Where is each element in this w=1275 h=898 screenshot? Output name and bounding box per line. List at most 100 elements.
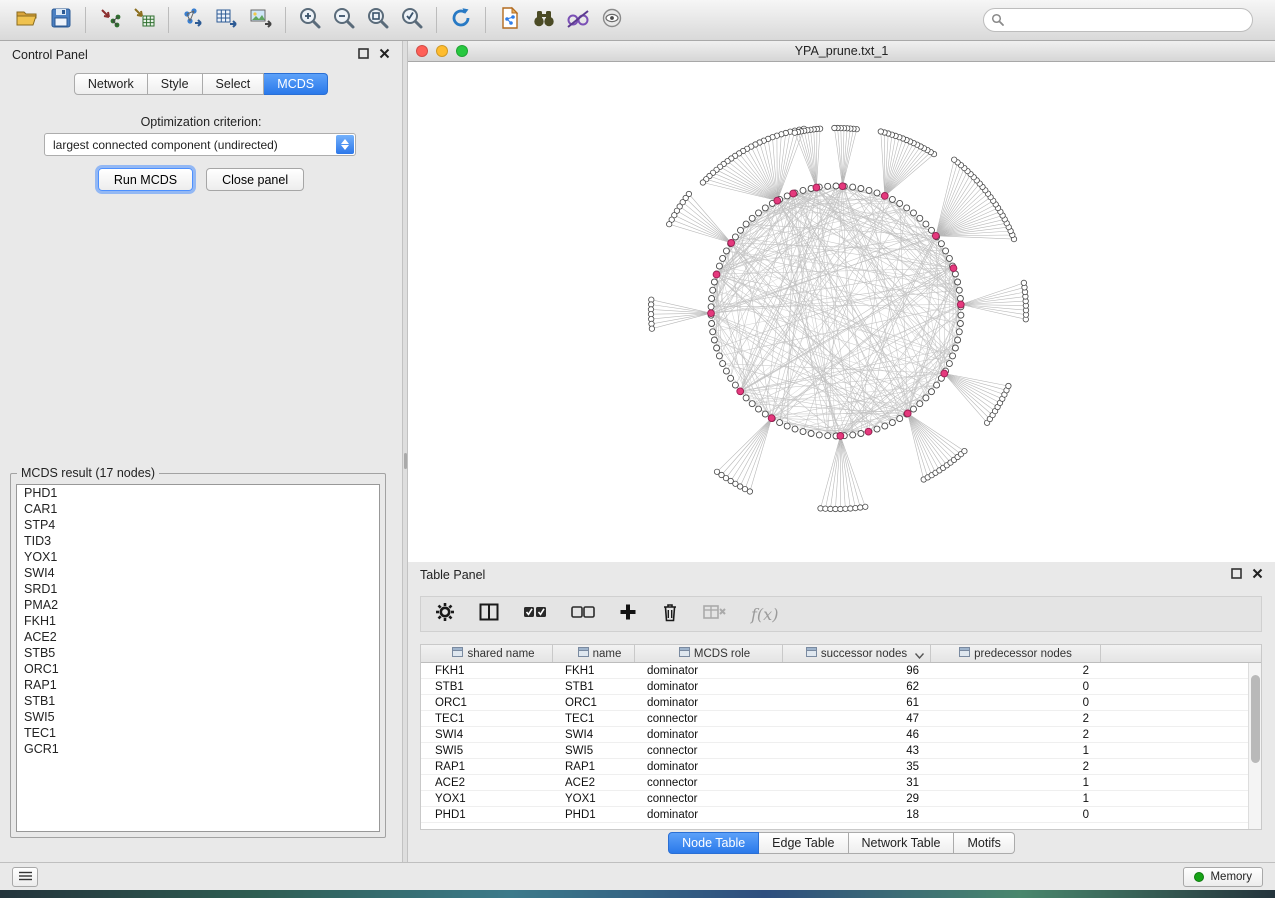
graph-dominator-node[interactable] (713, 271, 720, 278)
table-row[interactable]: ORC1ORC1dominator610 (421, 695, 1261, 711)
mcds-result-item[interactable]: SWI5 (17, 709, 379, 725)
column-header-mcds-role[interactable]: MCDS role (635, 645, 783, 662)
optimization-criterion-dropdown[interactable]: largest connected component (undirected) (44, 133, 356, 156)
graph-node[interactable] (762, 205, 768, 211)
tab-motifs[interactable]: Motifs (954, 832, 1014, 854)
graph-node[interactable] (710, 287, 716, 293)
graph-node[interactable] (808, 431, 814, 437)
network-window-titlebar[interactable]: YPA_prune.txt_1 (408, 41, 1275, 62)
graph-node[interactable] (800, 187, 806, 193)
import-public-network-button[interactable] (493, 4, 527, 36)
float-panel-icon[interactable] (358, 48, 369, 62)
graph-node[interactable] (955, 279, 961, 285)
graph-node[interactable] (711, 337, 717, 343)
graph-node[interactable] (720, 255, 726, 261)
graph-leaf-node[interactable] (858, 505, 863, 510)
table-row[interactable]: SWI4SWI4dominator462 (421, 727, 1261, 743)
graph-node[interactable] (708, 304, 714, 310)
mcds-result-item[interactable]: STP4 (17, 517, 379, 533)
graph-node[interactable] (749, 215, 755, 221)
window-close-icon[interactable] (416, 45, 428, 57)
graph-dominator-node[interactable] (790, 190, 797, 197)
graph-node[interactable] (917, 401, 923, 407)
graph-dominator-node[interactable] (728, 240, 735, 247)
column-header-successor-nodes[interactable]: successor nodes (783, 645, 931, 662)
graph-node[interactable] (784, 193, 790, 199)
mcds-result-item[interactable]: TID3 (17, 533, 379, 549)
graph-node[interactable] (723, 248, 729, 254)
graph-leaf-node[interactable] (747, 489, 752, 494)
zoom-out-button[interactable] (327, 4, 361, 36)
graph-node[interactable] (716, 353, 722, 359)
graph-dominator-node[interactable] (839, 183, 846, 190)
tab-network[interactable]: Network (74, 73, 148, 95)
graph-node[interactable] (858, 186, 864, 192)
graph-node[interactable] (743, 395, 749, 401)
graph-node[interactable] (728, 375, 734, 381)
select-all-rows-button[interactable] (523, 604, 547, 625)
memory-button[interactable]: Memory (1183, 867, 1263, 887)
graph-dominator-node[interactable] (950, 265, 957, 272)
show-columns-button[interactable] (479, 603, 499, 626)
import-network-button[interactable] (93, 4, 127, 36)
graph-node[interactable] (874, 190, 880, 196)
graph-node[interactable] (911, 406, 917, 412)
window-minimize-icon[interactable] (436, 45, 448, 57)
table-row[interactable]: SWI5SWI5connector431 (421, 743, 1261, 759)
tab-node-table[interactable]: Node Table (668, 832, 759, 854)
mcds-result-item[interactable]: STB5 (17, 645, 379, 661)
graph-node[interactable] (889, 420, 895, 426)
mcds-result-item[interactable]: STB1 (17, 693, 379, 709)
graph-node[interactable] (756, 210, 762, 216)
table-vertical-scrollbar[interactable] (1248, 663, 1261, 829)
graph-node[interactable] (711, 279, 717, 285)
graph-node[interactable] (943, 248, 949, 254)
graph-dominator-node[interactable] (768, 415, 775, 422)
graph-dominator-node[interactable] (813, 184, 820, 191)
graph-node[interactable] (732, 234, 738, 240)
mcds-result-item[interactable]: SRD1 (17, 581, 379, 597)
graph-node[interactable] (946, 361, 952, 367)
hide-graphics-details-button[interactable] (561, 4, 595, 36)
table-row[interactable]: TEC1TEC1connector472 (421, 711, 1261, 727)
sort-descending-icon[interactable] (915, 650, 924, 662)
graph-node[interactable] (709, 296, 715, 302)
graph-node[interactable] (911, 210, 917, 216)
graph-leaf-node[interactable] (649, 326, 654, 331)
column-header-predecessor-nodes[interactable]: predecessor nodes (931, 645, 1101, 662)
graph-node[interactable] (777, 420, 783, 426)
table-row[interactable]: PHD1PHD1dominator180 (421, 807, 1261, 823)
graph-node[interactable] (955, 337, 961, 343)
scrollbar-thumb[interactable] (1251, 675, 1260, 763)
graph-leaf-node[interactable] (667, 222, 672, 227)
graph-node[interactable] (934, 382, 940, 388)
graph-node[interactable] (716, 263, 722, 269)
graph-dominator-node[interactable] (904, 410, 911, 417)
refresh-button[interactable] (444, 4, 478, 36)
column-header-name[interactable]: name (553, 645, 635, 662)
graph-dominator-node[interactable] (737, 388, 744, 395)
mcds-result-list[interactable]: PHD1CAR1STP4TID3YOX1SWI4SRD1PMA2FKH1ACE2… (16, 484, 380, 832)
tab-mcds[interactable]: MCDS (264, 73, 328, 95)
mcds-result-item[interactable]: YOX1 (17, 549, 379, 565)
graph-dominator-node[interactable] (837, 433, 844, 440)
run-mcds-button[interactable]: Run MCDS (98, 168, 193, 191)
search-network-button[interactable] (527, 4, 561, 36)
column-header-shared-name[interactable]: shared name (421, 645, 553, 662)
graph-leaf-node[interactable] (832, 125, 837, 130)
graph-leaf-node[interactable] (838, 506, 843, 511)
graph-node[interactable] (952, 345, 958, 351)
graph-leaf-node[interactable] (843, 506, 848, 511)
graph-leaf-node[interactable] (823, 506, 828, 511)
deselect-all-rows-button[interactable] (571, 604, 595, 625)
close-panel-icon[interactable] (379, 48, 390, 62)
splitter-grip[interactable] (404, 453, 407, 469)
graph-node[interactable] (816, 432, 822, 438)
mcds-result-item[interactable]: CAR1 (17, 501, 379, 517)
graph-node[interactable] (858, 431, 864, 437)
graph-node[interactable] (923, 395, 929, 401)
dropdown-stepper-icon[interactable] (336, 135, 354, 154)
add-column-button[interactable] (619, 603, 637, 626)
graph-node[interactable] (929, 389, 935, 395)
show-graphics-details-button[interactable] (595, 4, 629, 36)
